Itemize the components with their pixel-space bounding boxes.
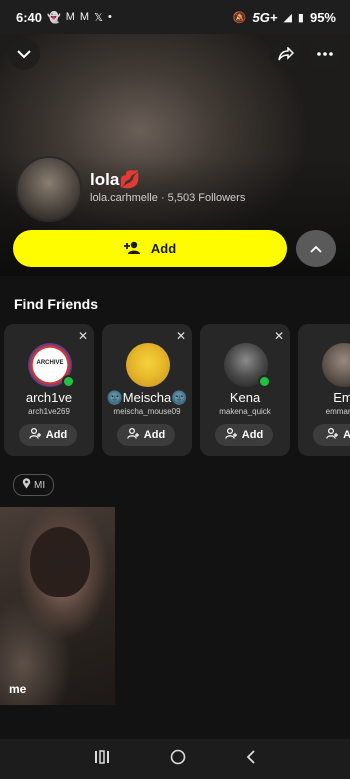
separator: · bbox=[160, 192, 165, 204]
profile-avatar[interactable] bbox=[16, 156, 82, 222]
snapchat-ghost-icon: 👻 bbox=[47, 11, 61, 24]
friend-display-name: Kena bbox=[229, 390, 261, 405]
status-bar: 6:40 👻 M M 𝕏 • 🔕 5G+ ◢ ▮ 95% bbox=[0, 0, 350, 34]
dot-icon: • bbox=[107, 11, 112, 23]
back-icon[interactable] bbox=[246, 750, 256, 768]
chevron-down-icon[interactable] bbox=[8, 38, 40, 70]
x-icon: 𝕏 bbox=[94, 11, 103, 24]
add-friend-label: Add bbox=[150, 241, 177, 256]
card-add-label: Add bbox=[241, 429, 264, 441]
friend-username: emmarilej bbox=[325, 407, 350, 416]
close-icon[interactable]: ✕ bbox=[78, 329, 88, 343]
profile-subtitle: lola.carhmelle · 5,503 Followers bbox=[90, 192, 245, 204]
network-label: 5G+ bbox=[252, 9, 278, 25]
online-indicator bbox=[258, 375, 271, 388]
add-friend-button[interactable]: Add bbox=[13, 230, 287, 267]
add-friend-icon bbox=[123, 241, 141, 257]
archive-badge: ARCHIVE bbox=[36, 360, 64, 366]
friend-display-name: arch1ve bbox=[25, 390, 73, 405]
share-icon[interactable] bbox=[270, 38, 302, 70]
avatar[interactable] bbox=[126, 343, 170, 387]
location-pill[interactable]: MI bbox=[13, 474, 55, 496]
story-label: me bbox=[9, 682, 27, 696]
location-pin-icon bbox=[22, 478, 31, 492]
find-friends-title: Find Friends bbox=[14, 296, 98, 312]
card-add-label: Add bbox=[143, 429, 166, 441]
card-add-button[interactable]: Add bbox=[19, 424, 77, 446]
gmail-icon: M bbox=[79, 11, 90, 23]
friend-username: meischa_mouse09 bbox=[113, 407, 181, 416]
home-icon[interactable] bbox=[170, 749, 186, 769]
add-friend-icon bbox=[326, 427, 339, 442]
card-add-button[interactable]: Add bbox=[215, 424, 273, 446]
card-add-button[interactable]: Add bbox=[117, 424, 175, 446]
gmail-icon: M bbox=[65, 11, 75, 23]
signal-icon: ◢ bbox=[283, 11, 292, 24]
profile-username[interactable]: lola.carhmelle bbox=[90, 192, 158, 204]
friend-username: arch1ve269 bbox=[28, 407, 70, 416]
location-label: MI bbox=[34, 479, 46, 491]
friend-suggestion-card[interactable]: ✕ ARCHIVE arch1ve arch1ve269 Add bbox=[4, 324, 94, 456]
followers-count[interactable]: 5,503 Followers bbox=[168, 192, 246, 204]
battery-icon: ▮ bbox=[297, 11, 304, 24]
story-thumbnail[interactable] bbox=[0, 507, 115, 705]
more-icon[interactable] bbox=[309, 38, 341, 70]
close-icon[interactable]: ✕ bbox=[176, 329, 186, 343]
glasses-shape bbox=[48, 559, 86, 569]
online-indicator bbox=[62, 375, 75, 388]
friend-display-name: 🌚Meischa🌚 bbox=[106, 390, 188, 405]
friend-suggestion-card[interactable]: ✕ 🌚Meischa🌚 meischa_mouse09 Add bbox=[102, 324, 192, 456]
chevron-up-icon[interactable] bbox=[296, 230, 336, 267]
close-icon[interactable]: ✕ bbox=[274, 329, 284, 343]
clock: 6:40 bbox=[16, 9, 43, 25]
battery-level: 95% bbox=[309, 9, 336, 25]
friend-username: makena_quick bbox=[219, 407, 271, 416]
card-add-button[interactable]: Ad bbox=[313, 424, 350, 446]
card-add-label: Ad bbox=[343, 429, 350, 441]
add-friend-icon bbox=[28, 427, 41, 442]
find-friends-carousel[interactable]: ✕ ARCHIVE arch1ve arch1ve269 Add ✕ 🌚Meis… bbox=[4, 324, 350, 458]
friend-suggestion-card[interactable]: ✕ Kena makena_quick Add bbox=[200, 324, 290, 456]
add-friend-icon bbox=[224, 427, 237, 442]
system-navigation-bar bbox=[0, 739, 350, 779]
add-friend-icon bbox=[126, 427, 139, 442]
recent-apps-icon[interactable] bbox=[94, 750, 110, 768]
friend-suggestion-card[interactable]: Em emmarilej Ad bbox=[298, 324, 350, 456]
profile-name: lola💋 bbox=[90, 170, 141, 189]
card-add-label: Add bbox=[45, 429, 68, 441]
friend-display-name: Em bbox=[333, 390, 350, 405]
mute-icon: 🔕 bbox=[232, 11, 247, 24]
avatar[interactable] bbox=[322, 343, 350, 387]
